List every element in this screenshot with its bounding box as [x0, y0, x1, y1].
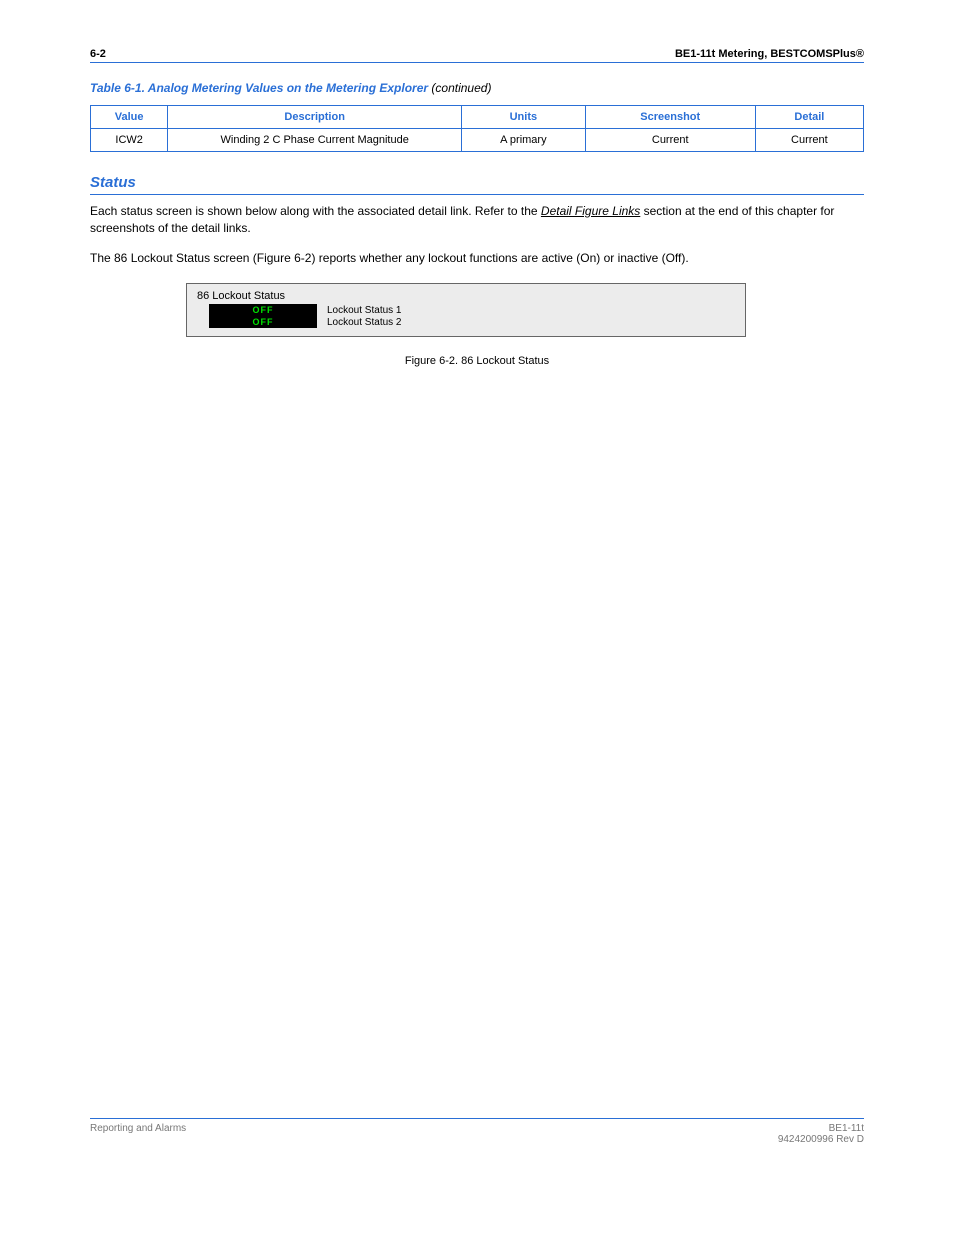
header-rule: [90, 62, 864, 63]
col-value: Value: [91, 106, 168, 129]
status-heading: Status: [90, 174, 864, 195]
footer-right-line1: BE1-11t: [778, 1123, 864, 1134]
lockout-status-2-label: Lockout Status 2: [327, 317, 402, 328]
page-footer: Reporting and Alarms BE1-11t 9424200996 …: [90, 1106, 864, 1145]
cell-description: Winding 2 C Phase Current Magnitude: [168, 129, 462, 152]
cell-units: A primary: [462, 129, 586, 152]
table-number: Table 6-1.: [90, 81, 148, 95]
col-detail: Detail: [755, 106, 863, 129]
footer-right: BE1-11t 9424200996 Rev D: [778, 1123, 864, 1145]
status-heading-text: Status: [90, 174, 136, 191]
table-continued-caption: Table 6-1. Analog Metering Values on the…: [90, 81, 864, 95]
footer-left: Reporting and Alarms: [90, 1123, 186, 1145]
status-intro: Each status screen is shown below along …: [90, 203, 864, 238]
cell-detail: Current: [755, 129, 863, 152]
col-description: Description: [168, 106, 462, 129]
status-para2: The 86 Lockout Status screen (Figure 6-2…: [90, 250, 864, 267]
lockout-panel-title: 86 Lockout Status: [195, 290, 737, 302]
page-header: 6-2 BE1-11t Metering, BESTCOMSPlus®: [90, 48, 864, 60]
analog-metering-table: Value Description Units Screenshot Detai…: [90, 105, 864, 152]
footer-row: Reporting and Alarms BE1-11t 9424200996 …: [90, 1119, 864, 1145]
detail-figure-links[interactable]: Detail Figure Links: [541, 204, 640, 218]
lockout-row-2: OFF Lockout Status 2: [209, 316, 737, 328]
page-number: 6-2: [90, 48, 106, 60]
cell-value: ICW2: [91, 129, 168, 152]
continued-suffix: (continued): [431, 81, 491, 95]
lockout-row-1: OFF Lockout Status 1: [209, 304, 737, 316]
footer-right-line2: 9424200996 Rev D: [778, 1134, 864, 1145]
col-screenshot: Screenshot: [585, 106, 755, 129]
cell-screenshot: Current: [585, 129, 755, 152]
lockout-status-panel: 86 Lockout Status OFF Lockout Status 1 O…: [186, 283, 746, 337]
lockout-status-1-label: Lockout Status 1: [327, 305, 402, 316]
lockout-status-2-value: OFF: [209, 316, 317, 328]
page-content: 6-2 BE1-11t Metering, BESTCOMSPlus® Tabl…: [0, 0, 954, 425]
table-label: Analog Metering Values on the Metering E…: [148, 81, 432, 95]
lockout-status-1-value: OFF: [209, 304, 317, 316]
intro-before: Each status screen is shown below along …: [90, 204, 541, 218]
table-header-row: Value Description Units Screenshot Detai…: [91, 106, 864, 129]
col-units: Units: [462, 106, 586, 129]
page-title: BE1-11t Metering, BESTCOMSPlus®: [675, 48, 864, 60]
figure-caption: Figure 6-2. 86 Lockout Status: [90, 355, 864, 367]
lockout-inner: 86 Lockout Status OFF Lockout Status 1 O…: [189, 286, 743, 334]
table-row: ICW2 Winding 2 C Phase Current Magnitude…: [91, 129, 864, 152]
